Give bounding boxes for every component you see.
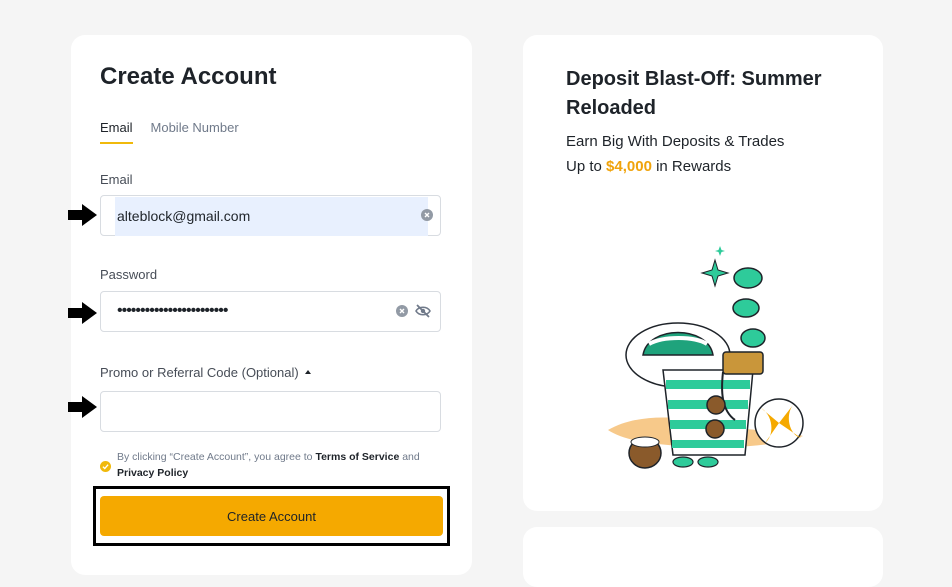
terms-of-service-link[interactable]: Terms of Service — [315, 451, 399, 463]
promo-code-label[interactable]: Promo or Referral Code (Optional) — [100, 365, 312, 380]
page-title: Create Account — [100, 63, 277, 90]
checkbox-checked-icon[interactable] — [100, 461, 111, 472]
caret-up-icon[interactable] — [304, 369, 312, 375]
tab-email[interactable]: Email — [100, 120, 133, 144]
secondary-promo-card — [523, 527, 883, 587]
clear-icon[interactable] — [396, 305, 408, 317]
promo-rewards-prefix: Up to — [566, 158, 607, 175]
promo-amount: $4,000 — [606, 158, 652, 175]
password-label: Password — [100, 267, 158, 282]
terms-text: By clicking “Create Account”, you agree … — [117, 449, 437, 481]
promo-card: Deposit Blast-Off: Summer Reloaded Earn … — [523, 35, 883, 511]
eye-slash-icon[interactable] — [415, 304, 431, 318]
promo-code-input[interactable] — [100, 391, 441, 432]
arrow-right-icon — [68, 204, 97, 226]
tab-mobile-number[interactable]: Mobile Number — [151, 120, 239, 144]
clear-icon[interactable] — [421, 209, 433, 221]
arrow-right-icon — [68, 396, 97, 418]
beach-bag-illustration — [608, 246, 804, 469]
privacy-policy-link[interactable]: Privacy Policy — [117, 467, 188, 479]
email-field[interactable]: alteblock@gmail.com — [100, 195, 441, 236]
arrow-right-icon — [68, 302, 97, 324]
promo-rewards-suffix: in Rewards — [651, 158, 732, 175]
email-label: Email — [100, 172, 133, 187]
promo-subtitle: Earn Big With Deposits & Trades — [566, 133, 785, 150]
email-value[interactable]: alteblock@gmail.com — [117, 208, 250, 224]
create-account-button[interactable]: Create Account — [100, 496, 443, 536]
promo-rewards-line: Up to $4,000 in Rewards — [566, 158, 731, 175]
terms-and: and — [399, 451, 420, 463]
terms-prefix: By clicking “Create Account”, you agree … — [117, 451, 316, 463]
password-value[interactable]: •••••••••••••••••••••••• — [117, 302, 228, 320]
signup-tabs: Email Mobile Number — [100, 120, 239, 144]
password-field[interactable]: •••••••••••••••••••••••• — [100, 291, 441, 332]
promo-code-label-text: Promo or Referral Code (Optional) — [100, 365, 299, 380]
promo-title: Deposit Blast-Off: Summer Reloaded — [566, 68, 822, 119]
